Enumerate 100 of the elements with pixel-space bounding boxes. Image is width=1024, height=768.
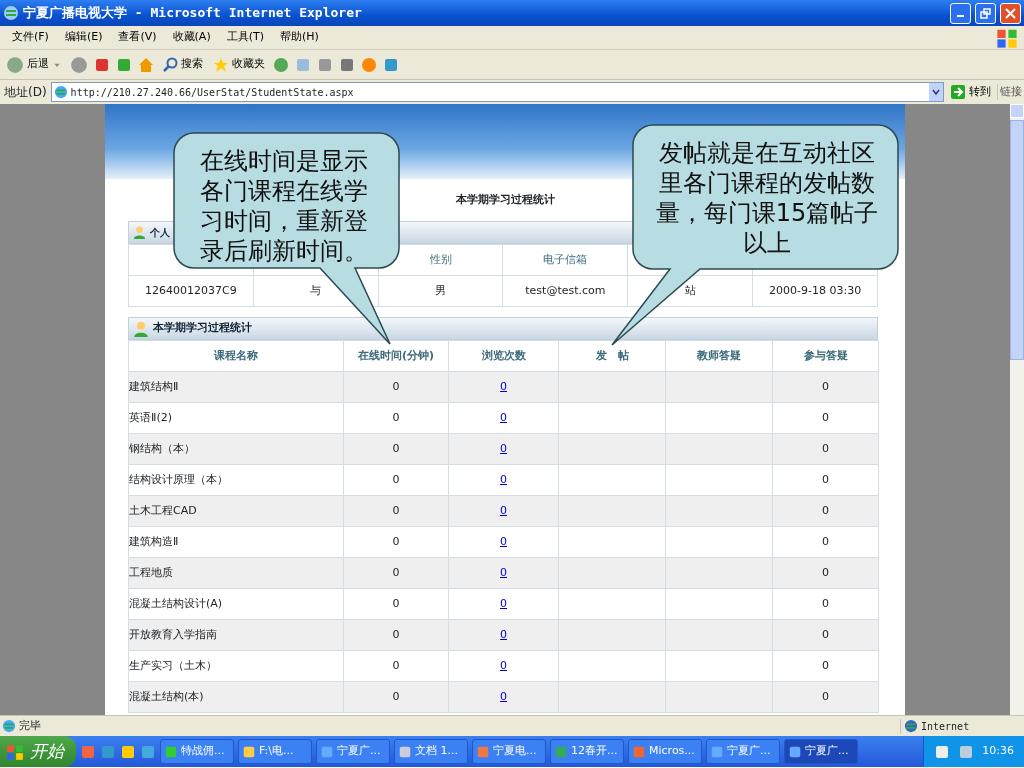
taskbar-button[interactable]: 宁夏广... (784, 739, 858, 764)
close-icon (1005, 7, 1016, 19)
table-cell: 2000-9-18 03:30 (752, 275, 878, 307)
column-header: 参与答疑 (772, 340, 879, 372)
table-cell: 0 (343, 588, 449, 620)
taskbar-button[interactable]: 文档 1... (394, 739, 468, 764)
app-icon (632, 744, 646, 759)
app-icon (476, 744, 490, 759)
minimize-icon (957, 15, 964, 17)
table-cell: 0 (772, 588, 879, 620)
table-cell: 0 (343, 619, 449, 651)
table-cell: 建筑构造Ⅱ (128, 526, 344, 558)
table-cell: 混凝土结构(本) (128, 681, 344, 713)
table-cell: 0 (343, 495, 449, 527)
app-icon (320, 744, 334, 759)
dropdown-button[interactable] (929, 83, 943, 101)
table-cell: 0 (772, 495, 879, 527)
table-cell: 0 (772, 464, 879, 496)
quick-launch-icon[interactable] (140, 743, 156, 760)
start-button[interactable]: 开始 (0, 736, 76, 767)
table-cell: test@test.com (503, 275, 628, 307)
globe-icon (904, 719, 918, 733)
taskbar-button[interactable]: 宁夏电... (472, 739, 546, 764)
table-cell: 工程地质 (128, 557, 344, 589)
quick-launch-icon[interactable] (100, 743, 116, 760)
views-link[interactable]: 0 (500, 410, 507, 424)
table-cell: 0 (772, 371, 879, 403)
restore-icon (980, 7, 991, 19)
address-field[interactable]: http://210.27.240.66/UserStat/StudentState.aspx (50, 82, 944, 102)
views-link[interactable]: 0 (500, 534, 507, 548)
favorites-button[interactable]: 收藏夹 (211, 56, 267, 73)
callout-text: 在线时间是显示各门课程在线学习时间，重新登录后刷新时间。 (200, 146, 369, 266)
links-button[interactable]: 链接 (997, 83, 1024, 101)
table-cell: 0 (772, 557, 879, 589)
views-link[interactable]: 0 (500, 503, 507, 517)
table-cell: 土木工程CAD (128, 495, 344, 527)
table-cell: 男 (378, 275, 503, 307)
go-button[interactable]: 转到 (948, 83, 993, 101)
views-link[interactable]: 0 (500, 658, 507, 672)
go-arrow-icon (950, 84, 966, 100)
column-header: 教师答疑 (665, 340, 773, 372)
caret-icon (932, 88, 940, 96)
views-link[interactable]: 0 (500, 565, 507, 579)
close-button[interactable] (1000, 2, 1021, 24)
views-link[interactable]: 0 (500, 627, 507, 641)
views-link[interactable]: 0 (500, 472, 507, 486)
taskbar-button[interactable]: F:\电... (238, 739, 312, 764)
column-header: 电子信箱 (503, 244, 628, 276)
taskbar-button[interactable]: 宁夏广... (316, 739, 390, 764)
table-cell: 钢结构（本） (128, 433, 344, 465)
restore-button[interactable] (975, 2, 996, 24)
table-cell: 0 (343, 650, 449, 682)
taskbar-button[interactable]: Micros... (628, 739, 702, 764)
section-title: 本学期学习过程统计 (153, 320, 252, 337)
menu-item[interactable]: 编辑(E) (56, 29, 111, 46)
windows-flag-icon (6, 742, 24, 761)
column-header: 发 帖 (558, 340, 666, 372)
app-icon (242, 744, 256, 759)
minimize-button[interactable] (950, 2, 971, 24)
table-cell: 0 (343, 681, 449, 713)
taskbar-button[interactable]: 特战佣... (160, 739, 234, 764)
zone-text: Internet (921, 719, 970, 734)
views-link[interactable]: 0 (500, 596, 507, 610)
search-button[interactable]: 搜索 (160, 56, 205, 73)
menu-item[interactable]: 收藏(A) (164, 29, 219, 46)
table-cell: 0 (772, 619, 879, 651)
home-icon[interactable] (138, 56, 154, 73)
clock: 10:36 (982, 743, 1014, 760)
table-cell: 0 (772, 402, 879, 434)
quick-launch-icon[interactable] (120, 743, 136, 760)
scrollbar[interactable] (1010, 104, 1024, 715)
app-icon (398, 744, 412, 759)
page-title: 本学期学习过程统计 (455, 191, 555, 208)
menu-item[interactable]: 文件(F) (4, 29, 57, 46)
table-cell: 0 (343, 464, 449, 496)
app-icon (788, 744, 802, 759)
table-cell: 12640012037C9 (128, 275, 254, 307)
user-icon (132, 319, 150, 338)
taskbar-button[interactable]: 宁夏广... (706, 739, 780, 764)
table-cell: 开放教育入学指南 (128, 619, 344, 651)
section-title: 个人 (150, 226, 170, 240)
app-icon (554, 744, 568, 759)
table-cell: 0 (343, 371, 449, 403)
window-title: 宁夏广播电视大学 - Microsoft Internet Explorer (23, 4, 362, 23)
menu-item[interactable]: 帮助(H) (272, 29, 327, 46)
views-link[interactable]: 0 (500, 689, 507, 703)
quick-launch-icon[interactable] (80, 743, 96, 760)
app-icon (710, 744, 724, 759)
taskbar-button[interactable]: 12春开... (550, 739, 624, 764)
url-text: http://210.27.240.66/UserStat/StudentState.aspx (70, 85, 354, 100)
menu-item[interactable]: 查看(V) (110, 29, 165, 46)
back-button[interactable]: 后退 (4, 55, 64, 74)
table-cell: 混凝土结构设计(A) (128, 588, 344, 620)
table-cell: 0 (772, 681, 879, 713)
menu-item[interactable]: 工具(T) (218, 29, 272, 46)
user-icon (132, 225, 147, 240)
table-cell: 0 (343, 557, 449, 589)
table-cell: 0 (343, 526, 449, 558)
views-link[interactable]: 0 (500, 441, 507, 455)
views-link[interactable]: 0 (500, 379, 507, 393)
